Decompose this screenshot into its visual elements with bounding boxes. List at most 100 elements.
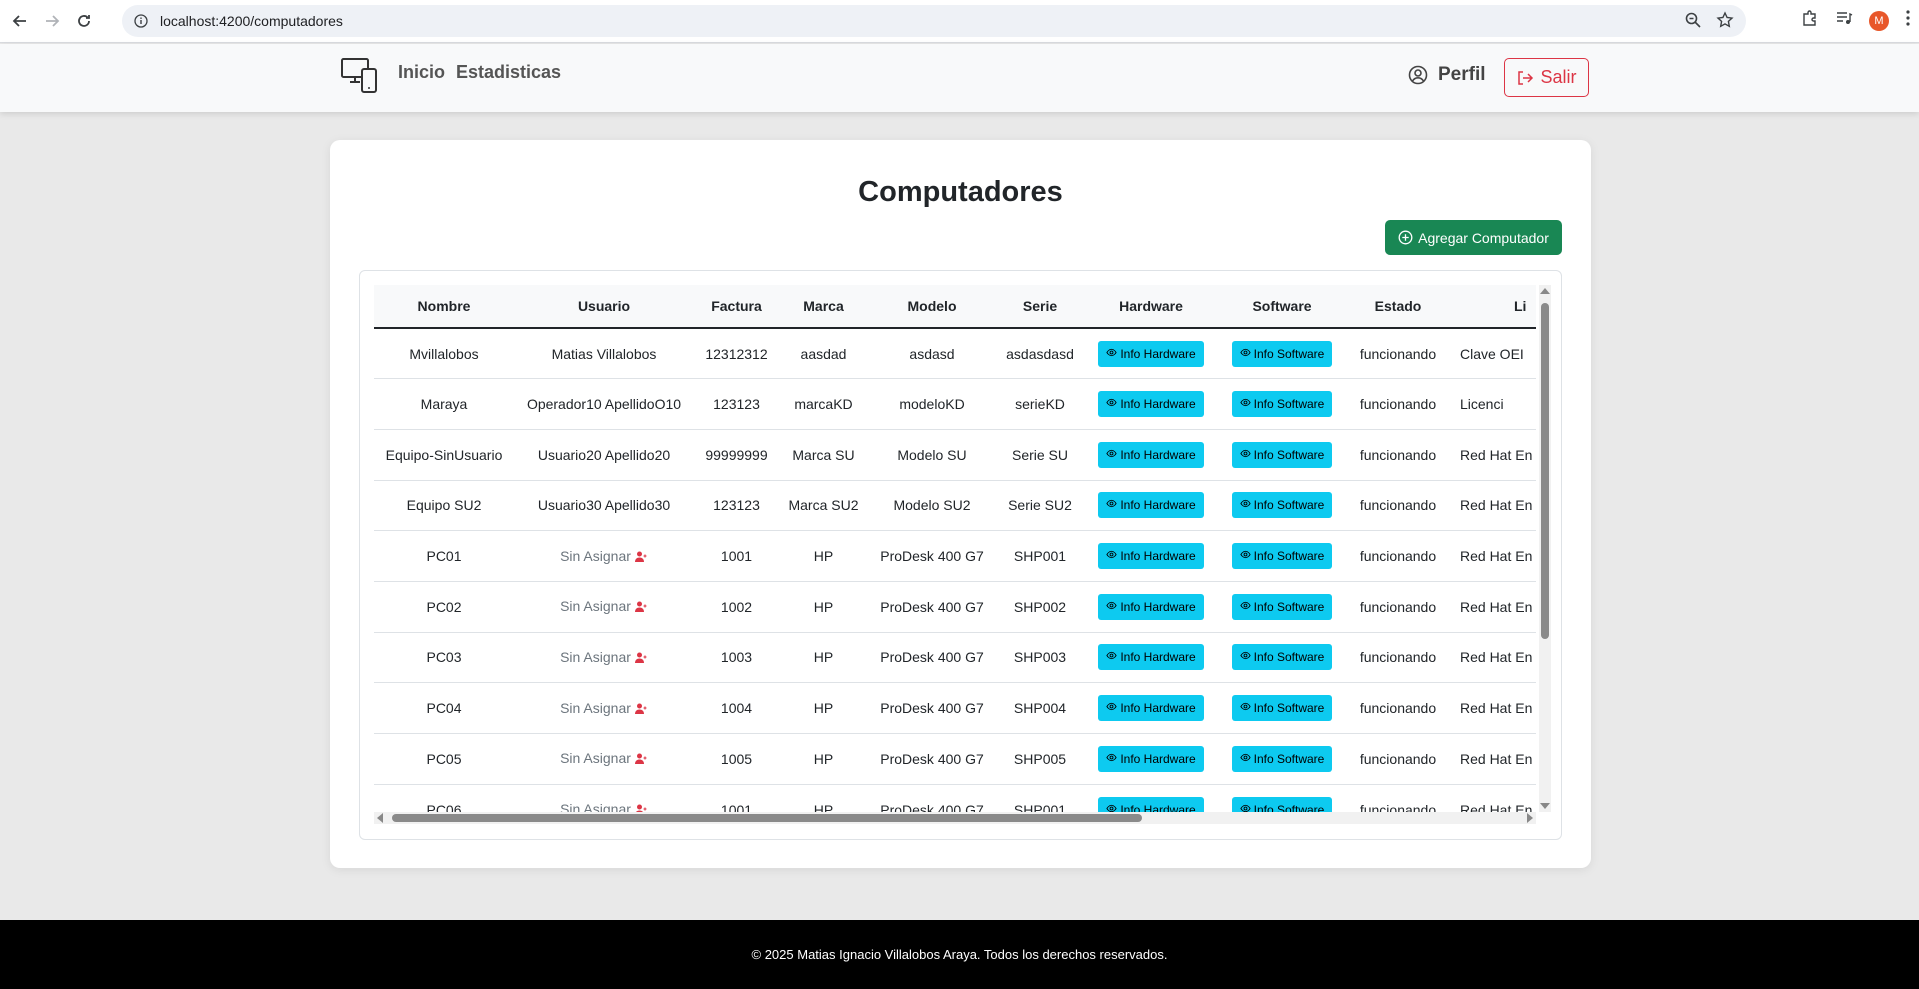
assign-user-icon[interactable]	[634, 549, 648, 565]
scroll-up-arrow-icon[interactable]	[1540, 288, 1550, 294]
cell-software: Info Software	[1218, 480, 1346, 532]
info-software-button[interactable]: Info Software	[1231, 745, 1333, 772]
cell-software: Info Software	[1218, 581, 1346, 633]
assign-user-icon[interactable]	[634, 650, 648, 666]
cell-factura: 1002	[694, 581, 779, 633]
info-software-button[interactable]: Info Software	[1231, 695, 1333, 722]
scroll-down-arrow-icon[interactable]	[1540, 803, 1550, 809]
info-software-button[interactable]: Info Software	[1231, 796, 1333, 812]
cell-nombre: Mvillalobos	[374, 328, 514, 380]
info-hardware-button[interactable]: Info Hardware	[1098, 441, 1204, 468]
cell-usuario: Sin Asignar	[514, 632, 694, 684]
cell-hardware: Info Hardware	[1084, 378, 1218, 430]
table-scroll-area[interactable]: Nombre Usuario Factura Marca Modelo Seri…	[374, 285, 1536, 812]
cell-marca: HP	[779, 682, 868, 734]
cell-modelo: ProDesk 400 G7	[868, 581, 996, 633]
header-factura: Factura	[694, 285, 779, 329]
table-row: Maraya Operador10 ApellidoO10 123123 marcaK…	[374, 378, 1536, 430]
info-hardware-button[interactable]: Info Hardware	[1098, 492, 1204, 519]
address-bar[interactable]: localhost:4200/computadores	[122, 5, 1746, 37]
info-hardware-button[interactable]: Info Hardware	[1098, 391, 1204, 418]
info-hardware-button[interactable]: Info Hardware	[1098, 340, 1204, 367]
info-hardware-button[interactable]: Info Hardware	[1098, 695, 1204, 722]
cell-software: Info Software	[1218, 328, 1346, 380]
info-software-button[interactable]: Info Software	[1231, 441, 1333, 468]
extensions-icon[interactable]	[1801, 9, 1819, 32]
usuario-text: Sin Asignar	[560, 699, 631, 716]
horizontal-scrollbar[interactable]	[374, 812, 1536, 824]
back-icon[interactable]	[8, 9, 32, 33]
header-software: Software	[1218, 285, 1346, 329]
info-software-button[interactable]: Info Software	[1231, 593, 1333, 620]
info-button-label: Info Software	[1253, 650, 1325, 665]
bookmark-star-icon[interactable]	[1716, 11, 1734, 34]
vertical-scroll-thumb[interactable]	[1541, 303, 1549, 639]
cell-estado: funcionando	[1346, 632, 1450, 684]
add-computer-button[interactable]: Agregar Computador	[1385, 220, 1562, 255]
eye-icon	[1106, 347, 1117, 361]
info-software-button[interactable]: Info Software	[1231, 492, 1333, 519]
reload-icon[interactable]	[72, 9, 96, 33]
cell-hardware: Info Hardware	[1084, 328, 1218, 380]
table-row: PC06 Sin Asignar 1001 HP ProDesk 400 G7 SHP00…	[374, 784, 1536, 812]
info-software-button[interactable]: Info Software	[1231, 391, 1333, 418]
info-hardware-button[interactable]: Info Hardware	[1098, 796, 1204, 812]
cell-modelo: modeloKD	[868, 378, 996, 430]
cell-modelo: asdasd	[868, 328, 996, 380]
nav-link-estadisticas[interactable]: Estadisticas	[456, 62, 561, 83]
cell-nombre: Equipo-SinUsuario	[374, 429, 514, 481]
vertical-scrollbar[interactable]	[1539, 285, 1551, 812]
info-software-button[interactable]: Info Software	[1231, 543, 1333, 570]
info-software-button[interactable]: Info Software	[1231, 644, 1333, 671]
assign-user-icon[interactable]	[634, 751, 648, 767]
header-nombre: Nombre	[374, 285, 514, 329]
cell-estado: funcionando	[1346, 682, 1450, 734]
forward-icon[interactable]	[40, 9, 64, 33]
browser-toolbar: localhost:4200/computadores M	[0, 0, 1919, 43]
info-button-label: Info Hardware	[1120, 549, 1196, 564]
cell-nombre: Equipo SU2	[374, 480, 514, 532]
cell-usuario: Matias Villalobos	[514, 328, 694, 380]
cell-licencia: Red Hat En	[1450, 581, 1536, 633]
eye-icon	[1240, 803, 1251, 812]
horizontal-scroll-thumb[interactable]	[392, 814, 1142, 822]
table-row: PC02 Sin Asignar 1002 HP ProDesk 400 G7 SHP00…	[374, 581, 1536, 633]
cell-modelo: ProDesk 400 G7	[868, 682, 996, 734]
cell-factura: 123123	[694, 480, 779, 532]
cell-licencia: Red Hat En	[1450, 632, 1536, 684]
header-serie: Serie	[996, 285, 1084, 329]
media-control-icon[interactable]	[1835, 9, 1853, 32]
info-hardware-button[interactable]: Info Hardware	[1098, 593, 1204, 620]
info-hardware-button[interactable]: Info Hardware	[1098, 543, 1204, 570]
info-hardware-button[interactable]: Info Hardware	[1098, 745, 1204, 772]
salir-button[interactable]: Salir	[1504, 58, 1589, 97]
table-row: PC01 Sin Asignar 1001 HP ProDesk 400 G7 SHP00…	[374, 530, 1536, 582]
cell-factura: 1004	[694, 682, 779, 734]
zoom-icon[interactable]	[1684, 11, 1702, 34]
cell-modelo: ProDesk 400 G7	[868, 530, 996, 582]
nav-link-inicio[interactable]: Inicio	[398, 62, 445, 83]
assign-user-icon[interactable]	[634, 701, 648, 717]
scroll-right-arrow-icon[interactable]	[1527, 813, 1533, 823]
devices-logo-icon[interactable]	[340, 56, 378, 94]
info-hardware-button[interactable]: Info Hardware	[1098, 644, 1204, 671]
table-body: Mvillalobos Matias Villalobos 12312312 aasd…	[374, 328, 1536, 812]
assign-user-icon[interactable]	[634, 599, 648, 615]
cell-serie: Serie SU	[996, 429, 1084, 481]
scroll-left-arrow-icon[interactable]	[377, 813, 383, 823]
cell-nombre: PC05	[374, 733, 514, 785]
profile-avatar[interactable]: M	[1869, 10, 1889, 31]
cell-estado: funcionando	[1346, 429, 1450, 481]
cell-nombre: PC06	[374, 784, 514, 812]
site-info-icon[interactable]	[132, 12, 150, 30]
table-row: Equipo-SinUsuario Usuario20 Apellido20 999…	[374, 429, 1536, 481]
cell-nombre: PC01	[374, 530, 514, 582]
cell-serie: Serie SU2	[996, 480, 1084, 532]
info-software-button[interactable]: Info Software	[1231, 340, 1333, 367]
assign-user-icon[interactable]	[635, 802, 648, 812]
eye-icon	[1106, 448, 1117, 462]
cell-marca: marcaKD	[779, 378, 868, 430]
perfil-link[interactable]: Perfil	[1408, 64, 1486, 86]
menu-dots-icon[interactable]	[1905, 9, 1911, 32]
header-usuario: Usuario	[514, 285, 694, 329]
